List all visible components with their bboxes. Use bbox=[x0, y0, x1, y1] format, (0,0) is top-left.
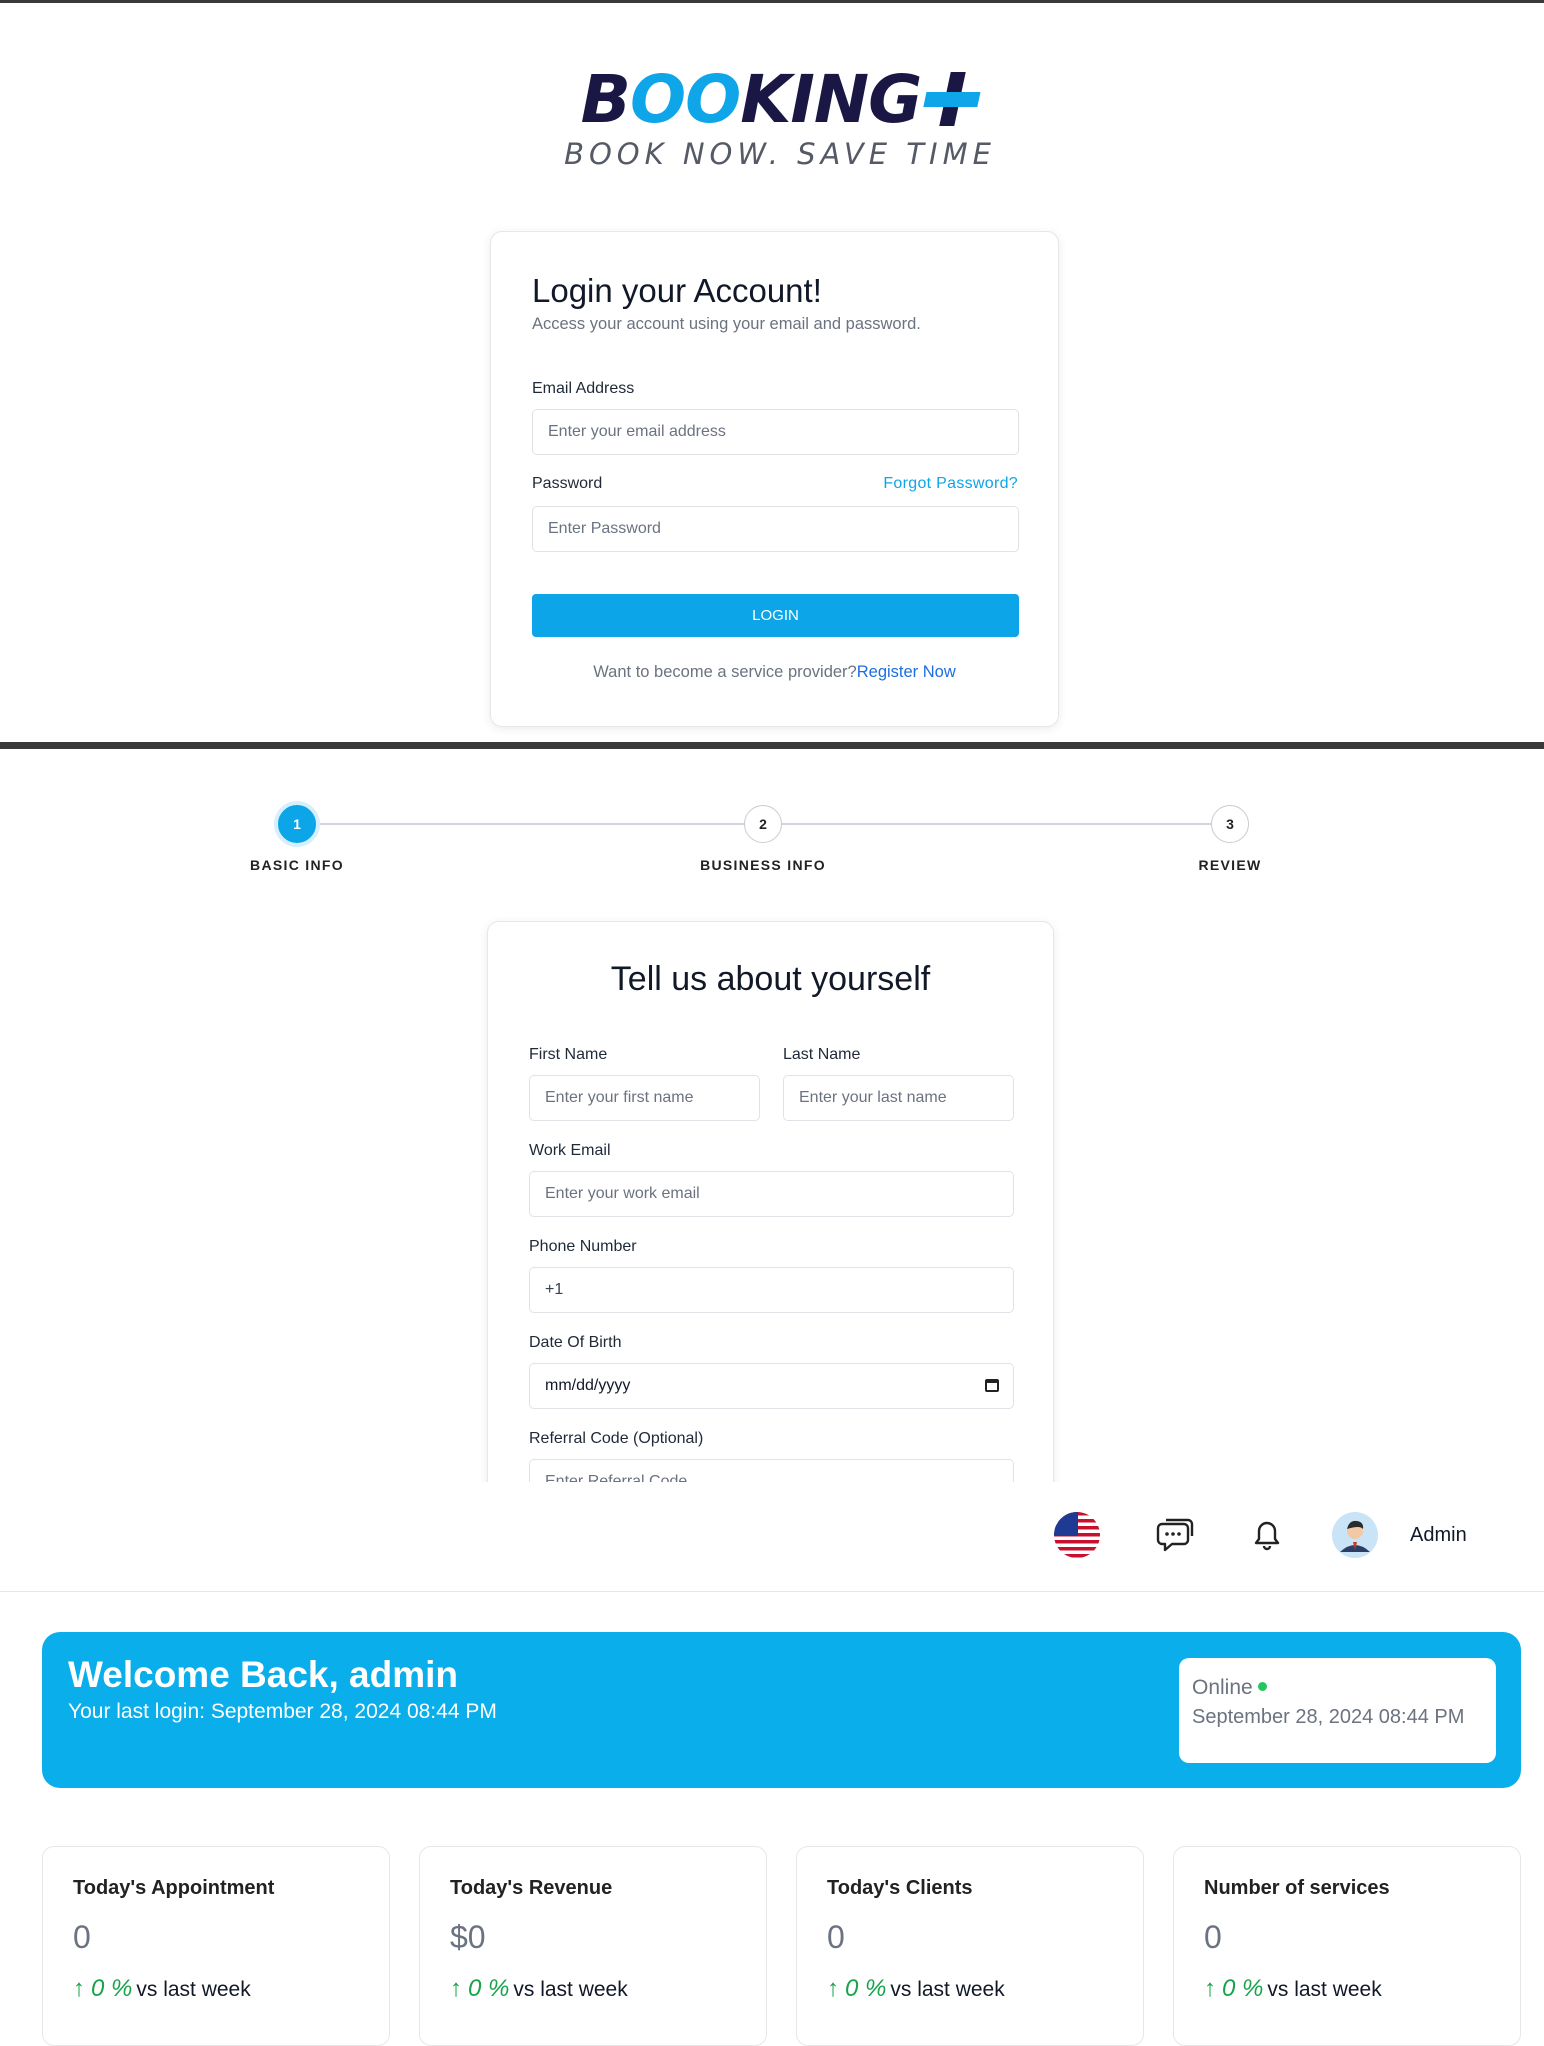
forgot-password-link[interactable]: Forgot Password? bbox=[883, 475, 1018, 493]
chat-icon[interactable] bbox=[1152, 1512, 1198, 1558]
last-name-label: Last Name bbox=[783, 1046, 861, 1063]
bell-icon[interactable] bbox=[1244, 1512, 1290, 1558]
register-now-link[interactable]: Register Now bbox=[857, 663, 956, 681]
step-1-label: BASIC INFO bbox=[250, 857, 344, 873]
stat-card-clients: Today's Clients 0 ↑ 0 % vs last week bbox=[796, 1846, 1144, 2046]
stat-value: 0 bbox=[827, 1919, 845, 1955]
stat-card-revenue: Today's Revenue $0 ↑ 0 % vs last week bbox=[419, 1846, 767, 2046]
login-screen: BOOKING BOOK NOW. SAVE TIME Login your A… bbox=[0, 0, 1544, 742]
stat-title: Today's Revenue bbox=[450, 1877, 613, 1899]
welcome-title: Welcome Back, admin bbox=[68, 1654, 459, 1695]
referral-label: Referral Code (Optional) bbox=[529, 1430, 704, 1447]
stat-value: 0 bbox=[1204, 1919, 1222, 1955]
online-status: Online bbox=[1192, 1676, 1267, 1700]
stat-trend: ↑ 0 % vs last week bbox=[73, 1975, 251, 2002]
online-status-box: Online September 28, 2024 08:44 PM bbox=[1179, 1658, 1496, 1763]
password-label: Password bbox=[532, 475, 603, 492]
step-1-indicator: 1 bbox=[278, 805, 316, 843]
login-subtitle: Access your account using your email and… bbox=[532, 315, 921, 333]
stat-title: Today's Appointment bbox=[73, 1877, 275, 1899]
plus-icon bbox=[920, 72, 985, 126]
online-time: September 28, 2024 08:44 PM bbox=[1192, 1706, 1465, 1728]
email-label: Email Address bbox=[532, 380, 635, 397]
phone-input[interactable] bbox=[529, 1267, 1014, 1313]
referral-input[interactable] bbox=[529, 1459, 1014, 1482]
dob-input[interactable] bbox=[529, 1363, 1014, 1409]
stat-trend: ↑ 0 % vs last week bbox=[827, 1975, 1005, 2002]
logo-wordmark: BOOKING bbox=[560, 65, 1000, 135]
stat-trend: ↑ 0 % vs last week bbox=[1204, 1975, 1382, 2002]
stat-card-appointments: Today's Appointment 0 ↑ 0 % vs last week bbox=[42, 1846, 390, 2046]
registration-screen: 1 BASIC INFO 2 BUSINESS INFO 3 REVIEW Te… bbox=[0, 742, 1544, 1482]
stat-value: $0 bbox=[450, 1919, 486, 1955]
top-bar: Admin bbox=[0, 1482, 1544, 1592]
welcome-banner: Welcome Back, admin Your last login: Sep… bbox=[42, 1632, 1521, 1788]
online-dot-icon bbox=[1257, 1682, 1267, 1691]
dashboard-screen: Admin Welcome Back, admin Your last logi… bbox=[0, 1482, 1544, 2046]
logo-tagline: BOOK NOW. SAVE TIME bbox=[564, 137, 996, 171]
last-login-text: Your last login: September 28, 2024 08:4… bbox=[68, 1700, 497, 1723]
stat-title: Today's Clients bbox=[827, 1877, 973, 1899]
step-3-indicator: 3 bbox=[1211, 805, 1249, 843]
first-name-input[interactable] bbox=[529, 1075, 760, 1121]
phone-label: Phone Number bbox=[529, 1238, 637, 1255]
brand-logo: BOOKING BOOK NOW. SAVE TIME bbox=[560, 65, 1000, 172]
register-card: Tell us about yourself First Name Last N… bbox=[487, 921, 1054, 1482]
login-button[interactable]: LOGIN bbox=[532, 594, 1019, 637]
step-2-indicator: 2 bbox=[744, 805, 782, 843]
calendar-icon[interactable] bbox=[985, 1379, 999, 1392]
register-prompt: Want to become a service provider?Regist… bbox=[593, 663, 956, 681]
last-name-input[interactable] bbox=[783, 1075, 1014, 1121]
us-flag-icon[interactable] bbox=[1054, 1512, 1100, 1558]
arrow-up-icon: ↑ bbox=[73, 1975, 85, 2002]
arrow-up-icon: ↑ bbox=[827, 1975, 839, 2002]
step-2-label: BUSINESS INFO bbox=[700, 857, 826, 873]
work-email-input[interactable] bbox=[529, 1171, 1014, 1217]
register-title: Tell us about yourself bbox=[610, 960, 931, 998]
avatar[interactable] bbox=[1332, 1512, 1378, 1558]
stat-title: Number of services bbox=[1204, 1877, 1390, 1899]
arrow-up-icon: ↑ bbox=[450, 1975, 462, 2002]
dob-label: Date Of Birth bbox=[529, 1334, 622, 1351]
stat-value: 0 bbox=[73, 1919, 91, 1955]
work-email-label: Work Email bbox=[529, 1142, 611, 1159]
stat-trend: ↑ 0 % vs last week bbox=[450, 1975, 628, 2002]
login-title: Login your Account! bbox=[532, 272, 822, 309]
email-input[interactable] bbox=[532, 409, 1019, 455]
password-input[interactable] bbox=[532, 506, 1019, 552]
user-name[interactable]: Admin bbox=[1410, 1524, 1467, 1547]
arrow-up-icon: ↑ bbox=[1204, 1975, 1216, 2002]
stat-card-services: Number of services 0 ↑ 0 % vs last week bbox=[1173, 1846, 1521, 2046]
first-name-label: First Name bbox=[529, 1046, 608, 1063]
step-3-label: REVIEW bbox=[1198, 857, 1262, 873]
login-card: Login your Account! Access your account … bbox=[490, 231, 1059, 727]
